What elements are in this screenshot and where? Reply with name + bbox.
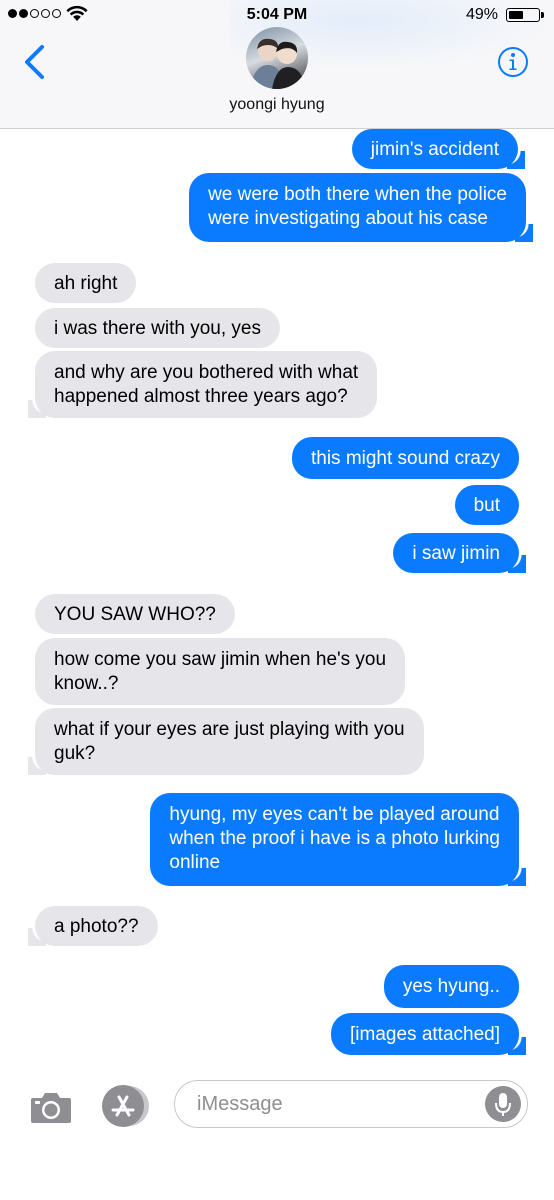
message-bubble-incoming[interactable]: and why are you bothered with what happe… — [27, 351, 378, 418]
message-thread[interactable]: jimin's accident we were both there when… — [0, 128, 554, 1068]
message-bubble-outgoing[interactable]: this might sound crazy — [291, 437, 519, 479]
status-bar: 5:04 PM 49% — [0, 0, 554, 30]
info-icon[interactable] — [497, 46, 529, 78]
microphone-icon — [495, 1093, 511, 1116]
contact-name[interactable]: yoongi hyung — [0, 96, 554, 114]
message-bubble-outgoing[interactable]: [images attached] — [331, 1013, 526, 1055]
microphone-button[interactable] — [485, 1086, 521, 1122]
message-bubble-outgoing[interactable]: yes hyung.. — [383, 965, 519, 1008]
message-bubble-outgoing[interactable]: hyung, my eyes can't be played around wh… — [150, 793, 526, 886]
message-bubble-incoming[interactable]: ah right — [35, 263, 137, 303]
message-bubble-incoming[interactable]: i was there with you, yes — [35, 308, 280, 348]
contact-avatar[interactable] — [246, 27, 308, 89]
message-bubble-outgoing[interactable]: but — [454, 485, 519, 525]
message-bubble-outgoing[interactable]: we were both there when the police were … — [189, 173, 533, 242]
camera-icon[interactable] — [29, 1090, 73, 1124]
message-bubble-incoming[interactable]: how come you saw jimin when he's you kno… — [35, 638, 406, 705]
compose-bar: iMessage — [0, 1068, 554, 1200]
message-bubble-outgoing[interactable]: i saw jimin — [393, 533, 526, 573]
avatar-photo — [250, 38, 306, 89]
message-bubble-outgoing[interactable]: jimin's accident — [351, 129, 526, 169]
conversation-header: 5:04 PM 49% yoongi hyung — [0, 0, 554, 129]
app-store-icon[interactable] — [101, 1084, 151, 1128]
message-bubble-incoming[interactable]: what if your eyes are just playing with … — [28, 708, 424, 775]
message-bubble-incoming[interactable]: a photo?? — [28, 906, 158, 946]
battery-percentage: 49% — [465, 6, 498, 23]
message-input-placeholder: iMessage — [197, 1093, 283, 1115]
message-bubble-incoming[interactable]: YOU SAW WHO?? — [35, 594, 235, 634]
message-input[interactable]: iMessage — [174, 1080, 528, 1128]
battery-icon — [506, 8, 544, 22]
back-chevron-icon[interactable] — [20, 44, 50, 80]
